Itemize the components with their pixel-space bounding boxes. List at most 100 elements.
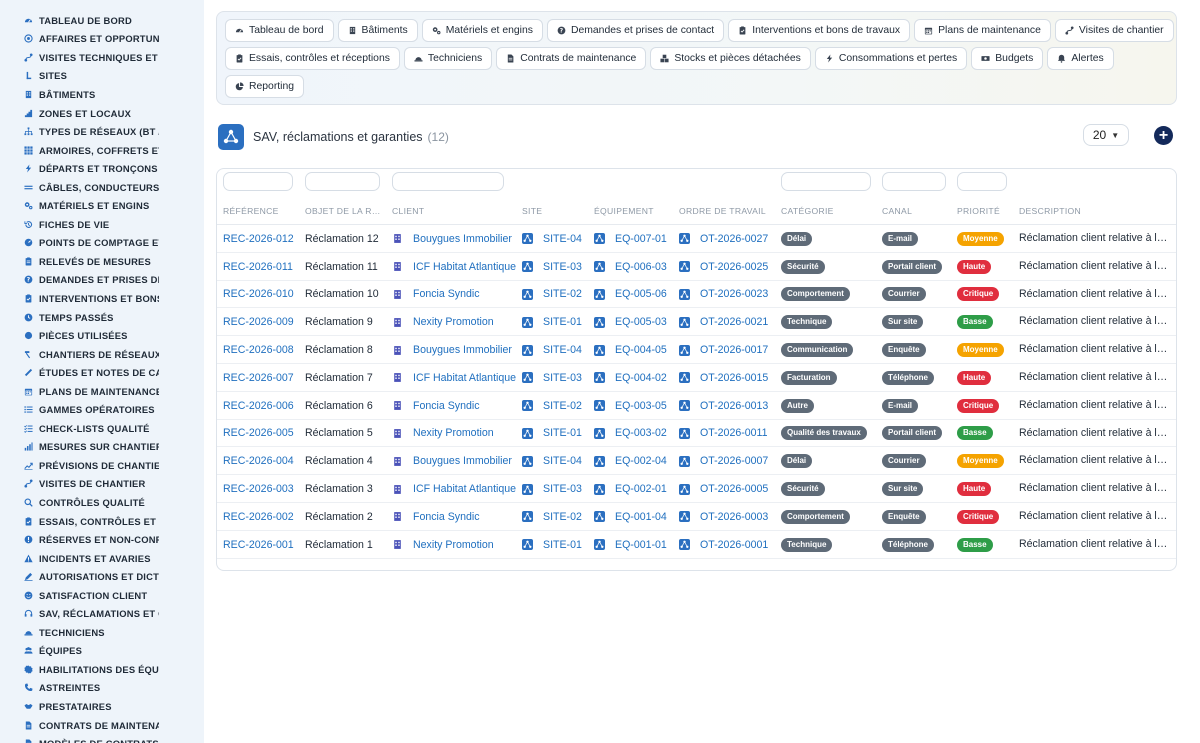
work-order-link[interactable]: OT-2026-0021: [679, 308, 768, 336]
equipment-link[interactable]: EQ-005-06: [594, 281, 667, 309]
site-link[interactable]: SITE-02: [522, 503, 582, 531]
site-link[interactable]: SITE-02: [522, 392, 582, 420]
sidebar-item[interactable]: RELEVÉS DE MESURES: [0, 252, 204, 271]
work-order-link[interactable]: OT-2026-0007: [679, 447, 768, 475]
work-order-link[interactable]: OT-2026-0005: [679, 475, 768, 503]
sidebar-item[interactable]: INCIDENTS ET AVARIES: [0, 549, 204, 568]
quick-nav-button[interactable]: ? Demandes et prises de contact: [546, 19, 725, 42]
sidebar-item[interactable]: VISITES DE CHANTIER: [0, 475, 204, 494]
equipment-link[interactable]: EQ-004-02: [594, 364, 667, 392]
column-header[interactable]: DESCRIPTION: [1019, 206, 1081, 216]
quick-nav-button[interactable]: Consommations et pertes: [814, 47, 968, 70]
sidebar-item[interactable]: ZONES ET LOCAUX: [0, 104, 204, 123]
site-link[interactable]: SITE-01: [522, 308, 582, 336]
equipment-link[interactable]: EQ-003-05: [594, 392, 667, 420]
reference-link[interactable]: REC-2026-002: [223, 503, 294, 531]
equipment-link[interactable]: EQ-001-04: [594, 503, 667, 531]
sidebar-item[interactable]: GAMMES OPÉRATOIRES: [0, 400, 204, 419]
filter-input-client[interactable]: [392, 172, 504, 191]
site-link[interactable]: SITE-01: [522, 531, 582, 559]
sidebar-item[interactable]: CÂBLES, CONDUCTEURS: [0, 178, 204, 197]
site-link[interactable]: SITE-02: [522, 281, 582, 309]
sidebar-item[interactable]: VISITES TECHNIQUES ET DIAGNOSTICS: [0, 48, 204, 67]
column-header[interactable]: SITE: [522, 206, 542, 216]
filter-input-canal[interactable]: [882, 172, 946, 191]
column-header[interactable]: CLIENT: [392, 206, 424, 216]
filter-input-objet[interactable]: [305, 172, 380, 191]
sidebar-item[interactable]: RÉSERVES ET NON-CONFORMITÉS: [0, 530, 204, 549]
work-order-link[interactable]: OT-2026-0013: [679, 392, 768, 420]
quick-nav-button[interactable]: Techniciens: [403, 47, 493, 70]
quick-nav-button[interactable]: Matériels et engins: [421, 19, 543, 42]
table-row[interactable]: REC-2026-004 Réclamation 4 Bouygues Immobi…: [217, 447, 1176, 476]
site-link[interactable]: SITE-04: [522, 447, 582, 475]
sidebar-item[interactable]: PRÉVISIONS DE CHANTIER: [0, 456, 204, 475]
work-order-link[interactable]: OT-2026-0001: [679, 531, 768, 559]
quick-nav-button[interactable]: Bâtiments: [337, 19, 418, 42]
add-record-button[interactable]: +: [1154, 126, 1173, 145]
quick-nav-button[interactable]: Tableau de bord: [225, 19, 334, 42]
quick-nav-button[interactable]: Contrats de maintenance: [496, 47, 647, 70]
column-header[interactable]: CANAL: [882, 206, 912, 216]
column-header[interactable]: OBJET DE LA R…: [305, 206, 381, 216]
sidebar-item[interactable]: TEMPS PASSÉS: [0, 308, 204, 327]
client-link[interactable]: Bouygues Immobilier: [392, 225, 512, 253]
sidebar-item[interactable]: MATÉRIELS ET ENGINS: [0, 196, 204, 215]
work-order-link[interactable]: OT-2026-0003: [679, 503, 768, 531]
sidebar-item[interactable]: MODÈLES DE CONTRATS: [0, 734, 204, 743]
filter-input-priorite[interactable]: [957, 172, 1007, 191]
sidebar-item[interactable]: PLANS DE MAINTENANCE: [0, 382, 204, 401]
reference-link[interactable]: REC-2026-010: [223, 281, 294, 309]
sidebar-item[interactable]: MESURES SUR CHANTIER: [0, 438, 204, 457]
column-header[interactable]: RÉFÉRENCE: [223, 206, 279, 216]
sidebar-item[interactable]: INTERVENTIONS ET BONS DE TRAVAUX: [0, 289, 204, 308]
sidebar-item[interactable]: ARMOIRES, COFFRETS ET TABLEAUX: [0, 141, 204, 160]
site-link[interactable]: SITE-03: [522, 475, 582, 503]
sidebar-item[interactable]: POINTS DE COMPTAGE ET MESURE: [0, 234, 204, 253]
sidebar-item[interactable]: ASTREINTES: [0, 679, 204, 698]
work-order-link[interactable]: OT-2026-0025: [679, 253, 768, 281]
filter-input-reference[interactable]: [223, 172, 293, 191]
sidebar-item[interactable]: CONTRÔLES QUALITÉ: [0, 493, 204, 512]
sidebar-item[interactable]: CHECK-LISTS QUALITÉ: [0, 419, 204, 438]
client-link[interactable]: ICF Habitat Atlantique: [392, 364, 516, 392]
work-order-link[interactable]: OT-2026-0017: [679, 336, 768, 364]
table-row[interactable]: REC-2026-006 Réclamation 6 Foncia Syndic SI…: [217, 392, 1176, 420]
reference-link[interactable]: REC-2026-004: [223, 447, 294, 475]
table-row[interactable]: REC-2026-007 Réclamation 7 ICF Habitat Atl…: [217, 364, 1176, 392]
client-link[interactable]: Nexity Promotion: [392, 531, 494, 559]
equipment-link[interactable]: EQ-002-04: [594, 447, 667, 475]
equipment-link[interactable]: EQ-001-01: [594, 531, 667, 559]
reference-link[interactable]: REC-2026-008: [223, 336, 294, 364]
site-link[interactable]: SITE-04: [522, 336, 582, 364]
equipment-link[interactable]: EQ-003-02: [594, 420, 667, 448]
sidebar-item[interactable]: SAV, RÉCLAMATIONS ET GARANTIES: [0, 605, 204, 624]
client-link[interactable]: Nexity Promotion: [392, 420, 494, 448]
quick-nav-button[interactable]: Visites de chantier: [1054, 19, 1174, 42]
site-link[interactable]: SITE-03: [522, 253, 582, 281]
site-link[interactable]: SITE-03: [522, 364, 582, 392]
sidebar-item[interactable]: AFFAIRES ET OPPORTUNITÉS: [0, 30, 204, 49]
client-link[interactable]: ICF Habitat Atlantique: [392, 475, 516, 503]
client-link[interactable]: Foncia Syndic: [392, 392, 480, 420]
column-header[interactable]: ÉQUIPEMENT: [594, 206, 654, 216]
equipment-link[interactable]: EQ-006-03: [594, 253, 667, 281]
client-link[interactable]: Bouygues Immobilier: [392, 447, 512, 475]
client-link[interactable]: Bouygues Immobilier: [392, 336, 512, 364]
sidebar-item[interactable]: BÂTIMENTS: [0, 85, 204, 104]
reference-link[interactable]: REC-2026-011: [223, 253, 293, 281]
work-order-link[interactable]: OT-2026-0023: [679, 281, 768, 309]
table-row[interactable]: REC-2026-012 Réclamation 12 Bouygues Immob…: [217, 225, 1176, 253]
sidebar-item[interactable]: ÉTUDES ET NOTES DE CALCUL: [0, 363, 204, 382]
sidebar-item[interactable]: ESSAIS, CONTRÔLES ET RÉCEPTIONS: [0, 512, 204, 531]
table-row[interactable]: REC-2026-003 Réclamation 3 ICF Habitat Atl…: [217, 475, 1176, 503]
table-row[interactable]: REC-2026-005 Réclamation 5 Nexity Promotio…: [217, 420, 1176, 448]
site-link[interactable]: SITE-01: [522, 420, 582, 448]
sidebar-item[interactable]: ? DEMANDES ET PRISES DE CONTACT: [0, 271, 204, 290]
sidebar-item[interactable]: DÉPARTS ET TRONÇONS: [0, 159, 204, 178]
sidebar-item[interactable]: SATISFACTION CLIENT: [0, 586, 204, 605]
sidebar-item[interactable]: CHANTIERS DE RÉSEAUX: [0, 345, 204, 364]
site-link[interactable]: SITE-04: [522, 225, 582, 253]
reference-link[interactable]: REC-2026-006: [223, 392, 294, 420]
reference-link[interactable]: REC-2026-003: [223, 475, 294, 503]
